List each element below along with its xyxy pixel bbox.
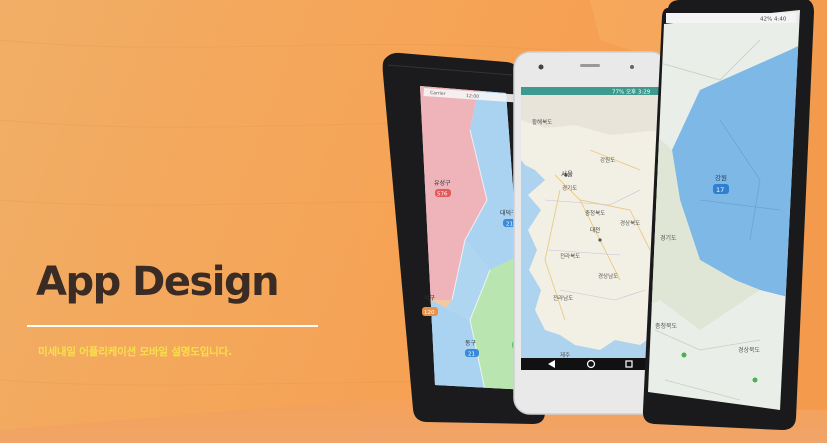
map-label: 전라북도 [560,252,580,260]
left-status-time: 12:00 [466,93,479,100]
map-label: 경상남도 [598,272,618,280]
region-value: 576 [437,192,448,198]
title-divider [27,325,318,327]
region-value: 120 [424,310,435,316]
hero-scene: Carrier 12:00 유성구 576 대덕구 21 서구 120 동구 2… [0,0,827,443]
region-name: 동구 [465,340,477,347]
phone-right: 42% 4:40 강원 17 충청북도 경상북도 경기도 [642,0,814,430]
map-label: 경상북도 [620,219,640,227]
left-status-carrier: Carrier [430,90,446,97]
right-status-text: 42% 4:40 [760,17,787,23]
map-label: 충청북도 [655,322,678,330]
region-value: 21 [468,352,475,358]
hero-subtitle: 미세내일 어플리케이션 모바일 설명도입니다. [38,346,232,358]
map-label: 전라남도 [553,294,573,302]
hero-title: App Design [36,259,280,305]
region-name: 서구 [424,294,436,302]
phone-center: 77% 오후 3:29 황해북도 서울 경기도 충청북도 강원도 경상북도 전라… [513,51,668,415]
map-label: 충청북도 [585,209,605,217]
map-label: 제주 [560,351,570,359]
region-name: 강원 [715,173,727,182]
map-label: 경기도 [562,184,577,192]
map-label: 경기도 [660,234,677,242]
region-value: 21 [506,222,513,228]
map-label: 서울 [561,169,573,178]
region-value: 17 [716,186,724,194]
map-label: 강원도 [600,156,615,164]
map-label: 대전 [590,226,600,234]
region-name: 유성구 [434,179,451,187]
map-label: 황해북도 [532,118,552,126]
map-label: 경상북도 [738,346,761,354]
hero-illustration: Carrier 12:00 유성구 576 대덕구 21 서구 120 동구 2… [0,0,827,443]
center-status-text: 77% 오후 3:29 [612,89,651,96]
